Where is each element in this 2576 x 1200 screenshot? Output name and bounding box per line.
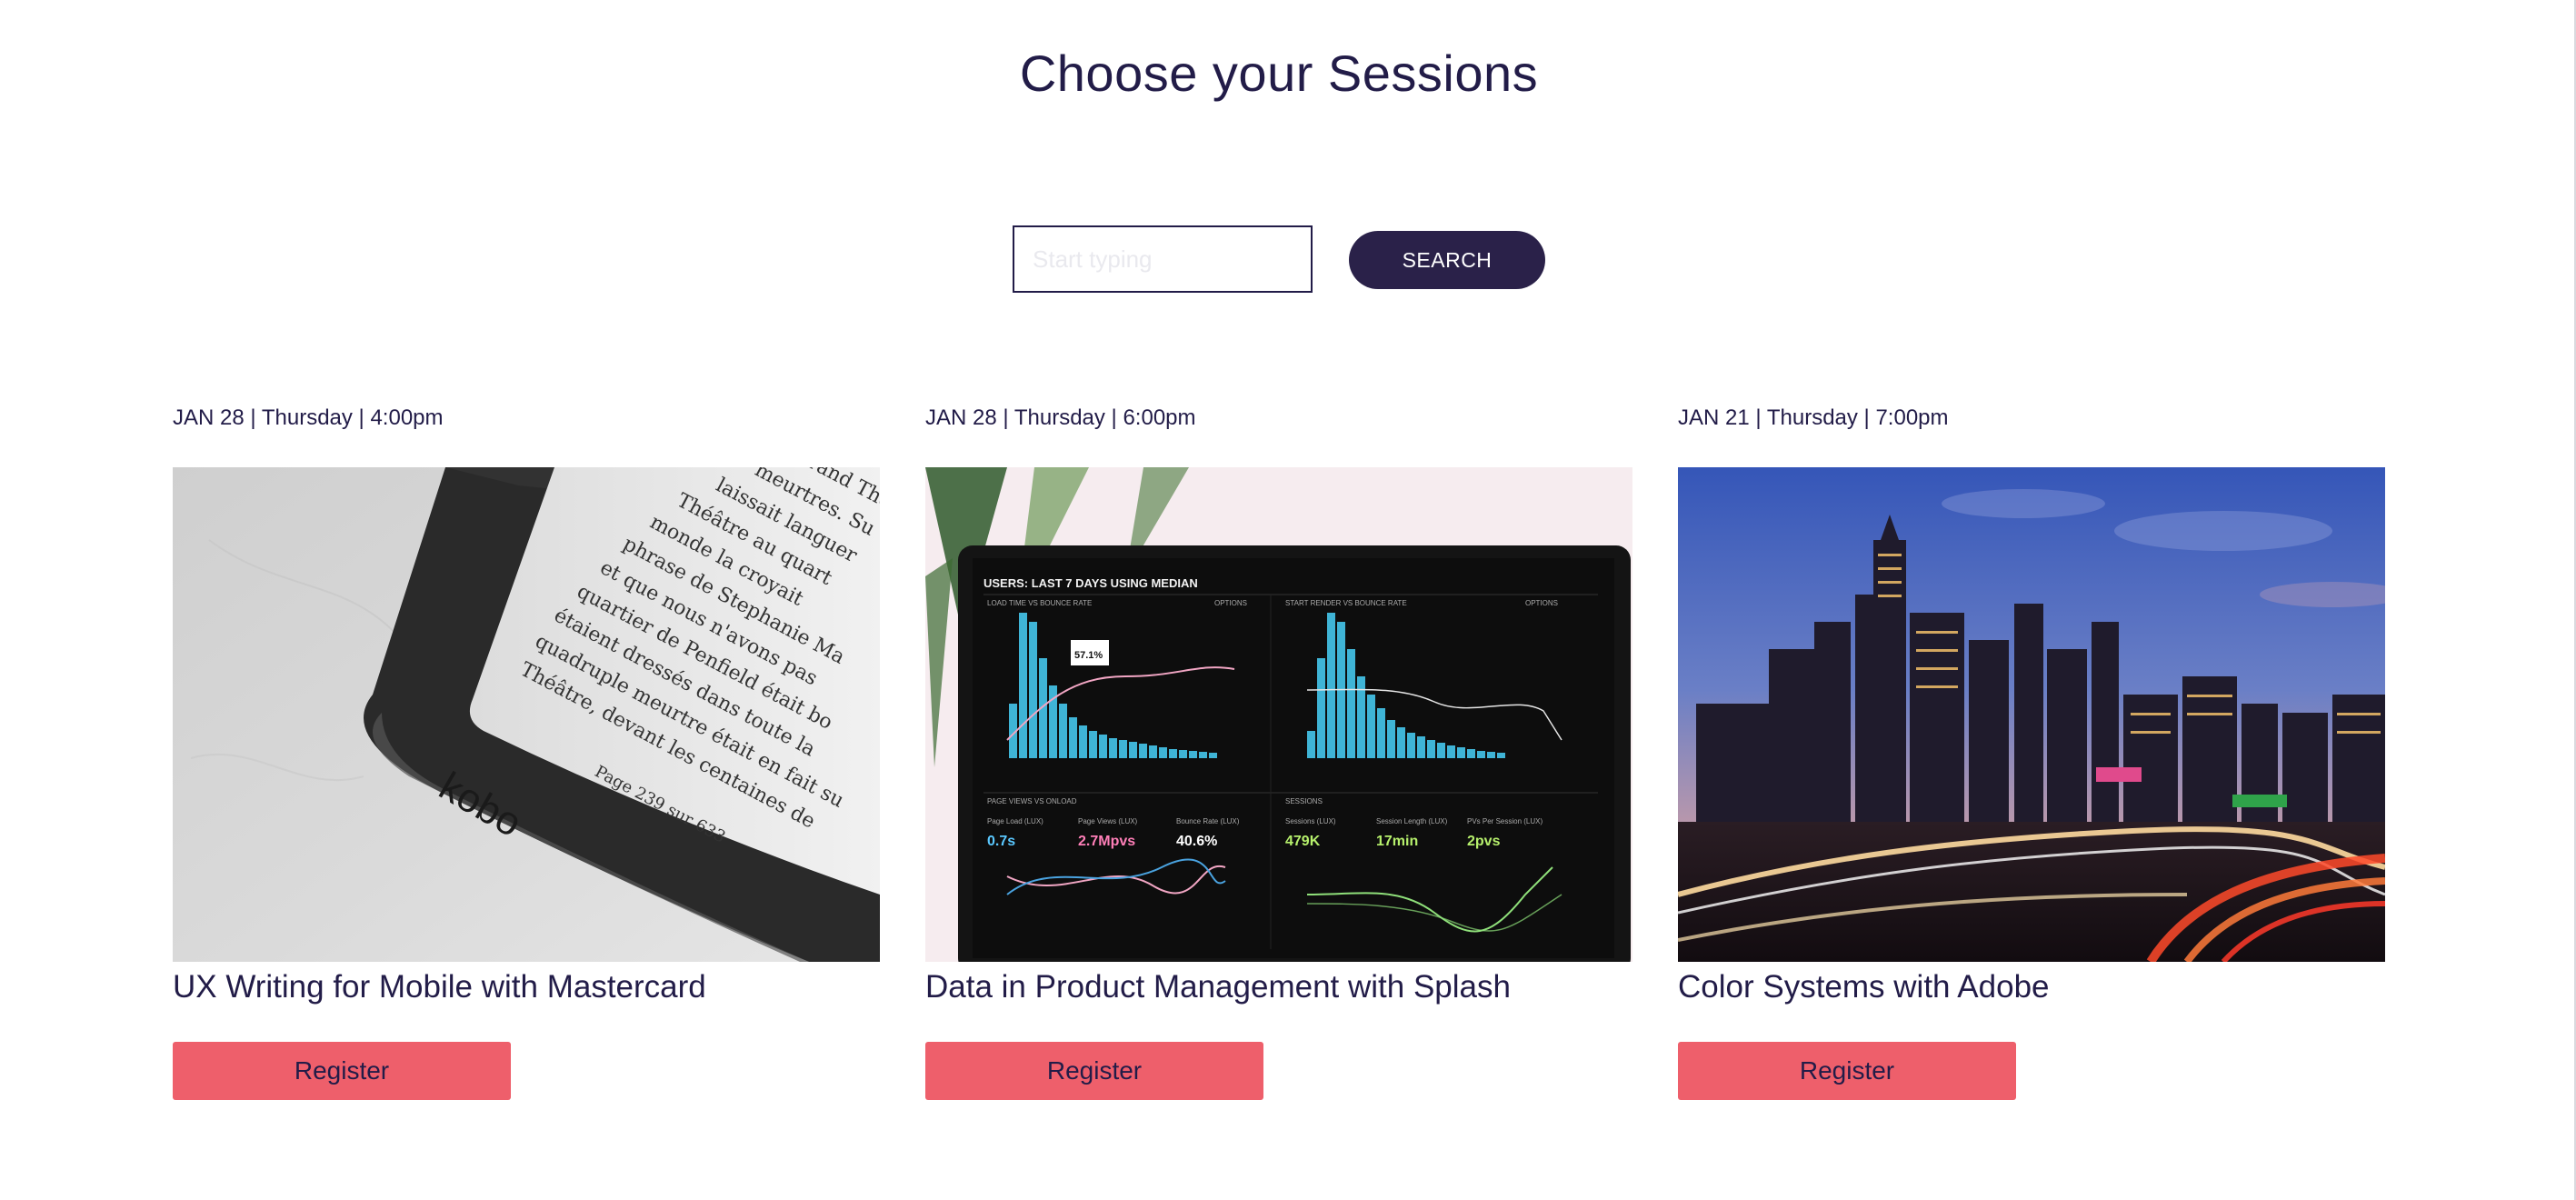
session-title[interactable]: Data in Product Management with Splash xyxy=(925,969,1652,1005)
histogram-bar xyxy=(1317,658,1325,758)
histogram-bar xyxy=(1377,708,1385,758)
metric-value: 2pvs xyxy=(1467,834,1501,849)
histogram-bar xyxy=(1427,740,1435,758)
histogram-bar xyxy=(1387,720,1395,758)
histogram-bar xyxy=(1109,738,1117,758)
metric-label: Sessions (LUX) xyxy=(1285,817,1336,825)
metric-label: Session Length (LUX) xyxy=(1376,817,1448,825)
metric-label: PVs Per Session (LUX) xyxy=(1467,817,1543,825)
histogram-bar xyxy=(1477,751,1485,758)
search-input[interactable] xyxy=(1013,225,1313,293)
options-label: OPTIONS xyxy=(1214,599,1247,607)
metric-value: 0.7s xyxy=(987,834,1015,849)
tooltip-value: 57.1% xyxy=(1074,650,1103,661)
session-image-dashboard[interactable]: USERS: LAST 7 DAYS USING MEDIAN LOAD TIM… xyxy=(925,467,1632,962)
session-card: JAN 28 | Thursday | 4:00pm meurtres. Su … xyxy=(173,400,880,1100)
metric-label: Page Views (LUX) xyxy=(1078,817,1138,825)
sessions-page: Choose your Sessions SEARCH JAN 28 | Thu… xyxy=(0,0,2576,1200)
histogram-bar xyxy=(1447,745,1455,758)
options-label: OPTIONS xyxy=(1525,599,1558,607)
histogram-bar xyxy=(1159,747,1167,758)
histogram-bar xyxy=(1169,749,1177,758)
panel-title: SESSIONS xyxy=(1285,797,1323,805)
histogram-bar xyxy=(1209,753,1217,758)
register-button[interactable]: Register xyxy=(925,1042,1263,1100)
histogram-bar xyxy=(1347,649,1355,758)
histogram-bar xyxy=(1437,743,1445,758)
histogram-bar xyxy=(1179,750,1187,758)
metric-value: 17min xyxy=(1376,834,1418,849)
histogram-bar xyxy=(1467,749,1475,758)
panel-title: START RENDER VS BOUNCE RATE xyxy=(1285,599,1407,607)
histogram-bar xyxy=(1189,751,1197,758)
histogram-bar xyxy=(1487,752,1495,758)
histogram-bar xyxy=(1397,727,1405,758)
metric-label: Bounce Rate (LUX) xyxy=(1176,817,1240,825)
session-date: JAN 28 | Thursday | 4:00pm xyxy=(173,405,444,430)
session-image-ereader[interactable]: Grand Thé meurtres. Su laissait languer … xyxy=(173,467,880,962)
search-button[interactable]: SEARCH xyxy=(1349,231,1545,289)
register-button[interactable]: Register xyxy=(1678,1042,2016,1100)
metric-label: Page Load (LUX) xyxy=(987,817,1043,825)
histogram-bar xyxy=(1367,695,1375,758)
session-card: JAN 28 | Thursday | 6:00pm USERS: LAST 7… xyxy=(925,400,1632,1100)
metric-value: 479K xyxy=(1285,834,1321,849)
histogram-bar xyxy=(1139,744,1147,758)
session-title[interactable]: UX Writing for Mobile with Mastercard xyxy=(173,969,900,1005)
panel-title: LOAD TIME VS BOUNCE RATE xyxy=(987,599,1092,607)
histogram-bar xyxy=(1357,676,1365,758)
dashboard-header: USERS: LAST 7 DAYS USING MEDIAN xyxy=(983,576,1198,590)
histogram-bar xyxy=(1457,747,1465,758)
histogram-bar xyxy=(1089,731,1097,758)
histogram-bar xyxy=(1099,735,1107,758)
histogram-bar xyxy=(1199,752,1207,758)
histogram-bar xyxy=(1417,736,1425,758)
histogram-bar xyxy=(1079,725,1087,758)
histogram-bar xyxy=(1497,753,1505,758)
panel-title: PAGE VIEWS VS ONLOAD xyxy=(987,797,1077,805)
page-title: Choose your Sessions xyxy=(1019,45,1539,102)
histogram-bar xyxy=(1059,704,1067,758)
metric-value: 40.6% xyxy=(1176,834,1217,849)
histogram-bar xyxy=(1069,717,1077,758)
histogram-bar xyxy=(1119,740,1127,758)
session-title[interactable]: Color Systems with Adobe xyxy=(1678,969,2405,1005)
histogram-bar xyxy=(1327,613,1335,758)
histogram-bar xyxy=(1149,745,1157,758)
histogram-bar xyxy=(1407,733,1415,758)
session-image-skyline[interactable] xyxy=(1678,467,2385,962)
metric-value: 2.7Mpvs xyxy=(1078,834,1135,849)
histogram-bar xyxy=(1029,622,1037,758)
histogram-bar xyxy=(1019,613,1027,758)
session-card: JAN 21 | Thursday | 7:00pm Color Systems… xyxy=(1678,400,2385,1100)
histogram-bar xyxy=(1129,742,1137,758)
session-date: JAN 21 | Thursday | 7:00pm xyxy=(1678,405,1949,430)
register-button[interactable]: Register xyxy=(173,1042,511,1100)
session-date: JAN 28 | Thursday | 6:00pm xyxy=(925,405,1196,430)
histogram-bar xyxy=(1307,731,1315,758)
